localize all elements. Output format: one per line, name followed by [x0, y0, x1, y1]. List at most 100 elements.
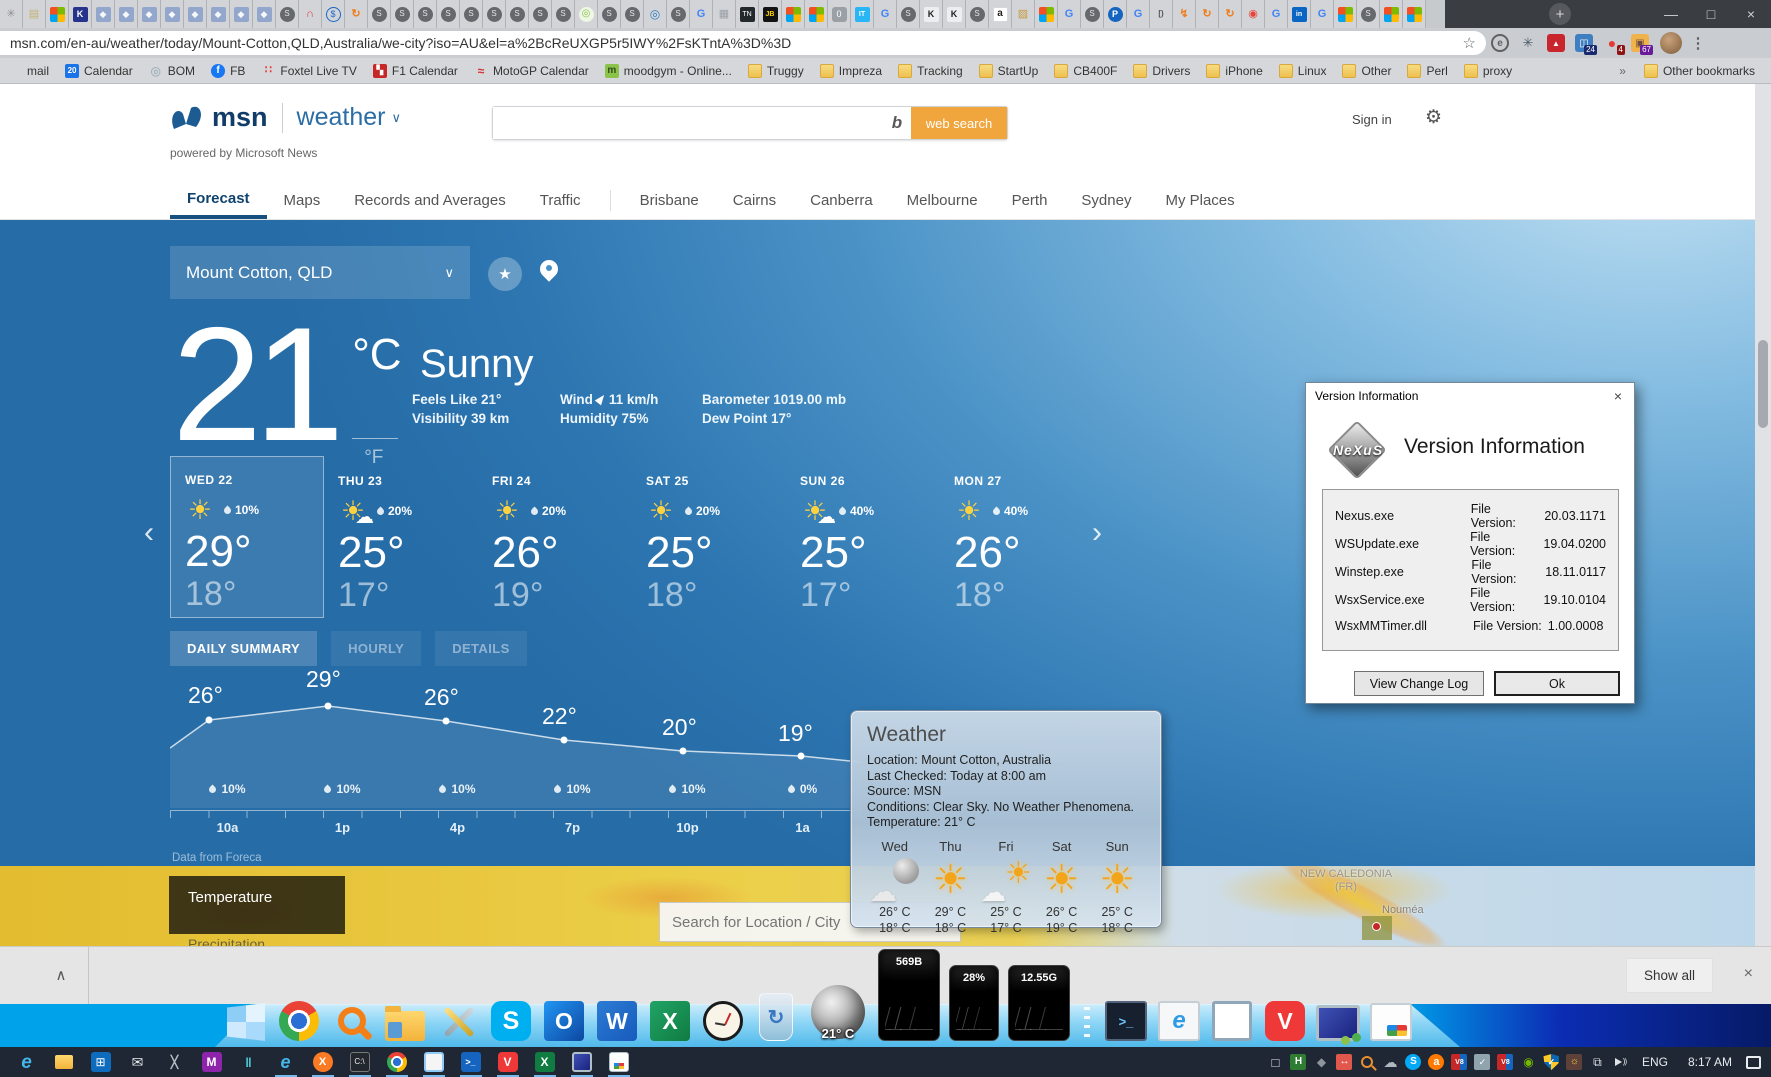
new-tab-button[interactable]: + [1549, 3, 1571, 25]
file-explorer-icon[interactable] [383, 1011, 427, 1041]
browser-tab[interactable] [1403, 0, 1426, 28]
browser-tab[interactable]: ▦ [713, 0, 736, 28]
browser-tab[interactable]: ◉ [1242, 0, 1265, 28]
browser-tab[interactable]: ▤ [23, 0, 46, 28]
browser-tab[interactable]: S [437, 0, 460, 28]
browser-tab[interactable]: K [920, 0, 943, 28]
browser-tab[interactable]: G [690, 0, 713, 28]
browser-tab[interactable]: S [966, 0, 989, 28]
browser-tab[interactable]: S [391, 0, 414, 28]
gear-icon[interactable]: ⚙ [1425, 106, 1442, 129]
bookmark-item[interactable]: Tracking [898, 64, 963, 78]
bookmark-item[interactable]: proxy [1464, 64, 1512, 78]
close-button[interactable]: × [1731, 6, 1771, 22]
word-icon[interactable]: W [595, 1001, 639, 1041]
forecast-day-card[interactable]: SUN 26 ☀ 40% 25° 17° [786, 466, 940, 606]
forecast-day-card[interactable]: FRI 24 ☀ 20% 26° 19° [478, 466, 632, 606]
chrome-icon[interactable] [277, 1001, 321, 1041]
address-bar[interactable]: msn.com/en-au/weather/today/Mount-Cotton… [0, 31, 1486, 55]
extension-truck-icon[interactable]: ▣ 67 [1629, 31, 1651, 55]
browser-tab[interactable] [1035, 0, 1058, 28]
store-icon[interactable]: ⊞ [90, 1051, 112, 1073]
cpu-monitor-gadget[interactable]: 28% [949, 965, 999, 1041]
browser-tab[interactable]: S [483, 0, 506, 28]
web-search-input[interactable] [493, 107, 883, 139]
browser-tab[interactable]: S [598, 0, 621, 28]
browser-tab[interactable]: ◆ [115, 0, 138, 28]
bookmark-item[interactable]: mail [8, 64, 49, 78]
outlook-icon[interactable]: O [542, 1001, 586, 1041]
bookmark-item[interactable]: Other [1342, 64, 1391, 78]
sign-in-link[interactable]: Sign in [1352, 112, 1392, 127]
excel-icon[interactable]: X [534, 1051, 556, 1073]
dialog-titlebar[interactable]: Version Information × [1306, 383, 1634, 409]
excel-icon[interactable]: X [648, 1001, 692, 1041]
browser-tab[interactable]: ↻ [1219, 0, 1242, 28]
explorer-icon[interactable] [53, 1051, 75, 1073]
extension-snowflake-icon[interactable]: ✳ [1517, 31, 1539, 55]
paint-window-icon[interactable] [1369, 1003, 1413, 1041]
vivaldi-icon[interactable]: V [1263, 1001, 1307, 1041]
location-dropdown[interactable]: Mount Cotton, QLD ∨ [170, 246, 470, 299]
profile-avatar[interactable] [1660, 32, 1682, 54]
bookmark-item[interactable]: Linux [1279, 64, 1327, 78]
bookmark-item[interactable]: Drivers [1133, 64, 1190, 78]
nav-item[interactable]: Canberra [793, 182, 890, 219]
nav-item[interactable]: Records and Averages [337, 182, 523, 219]
browser-menu-icon[interactable]: ⋮ [1688, 34, 1708, 52]
scrollbar-track[interactable] [1755, 84, 1771, 946]
view-change-log-button[interactable]: View Change Log [1354, 671, 1484, 696]
cmd-icon[interactable]: C:\ [349, 1051, 371, 1073]
remote-desktop-icon[interactable] [1316, 1005, 1360, 1041]
bookmark-star-icon[interactable]: ☆ [1463, 34, 1476, 52]
browser-tab[interactable]: ◆ [230, 0, 253, 28]
bookmarks-overflow-icon[interactable]: » [1619, 64, 1626, 78]
browser-tab[interactable]: ↯ [1173, 0, 1196, 28]
bookmark-item[interactable]: StartUp [979, 64, 1039, 78]
browser-tab[interactable]: ↻ [1196, 0, 1219, 28]
bookmark-item[interactable]: ◎ BOM [149, 64, 195, 78]
minimize-button[interactable]: — [1651, 6, 1691, 22]
section-title[interactable]: weather [297, 103, 386, 132]
forecast-day-card[interactable]: THU 23 ☀ 20% 25° 17° [324, 466, 478, 606]
paint-icon[interactable] [608, 1051, 630, 1073]
windows-start-icon[interactable] [224, 1003, 268, 1041]
maximize-button[interactable]: □ [1691, 6, 1731, 22]
msn-logo[interactable]: msn weather ∨ [170, 102, 401, 133]
browser-tab[interactable]: S [667, 0, 690, 28]
browser-tab[interactable]: S [552, 0, 575, 28]
location-pin-icon[interactable] [540, 260, 558, 278]
other-bookmarks[interactable]: Other bookmarks [1644, 64, 1755, 78]
browser-tab[interactable]: ◆ [161, 0, 184, 28]
web-search-button[interactable]: web search [911, 107, 1007, 139]
shelf-close-icon[interactable]: × [1744, 965, 1753, 983]
show-all-button[interactable]: Show all [1626, 958, 1713, 993]
browser-tab[interactable]: G [1127, 0, 1150, 28]
chrome-icon[interactable] [386, 1051, 408, 1073]
browser-tab[interactable] [46, 0, 69, 28]
browser-tab[interactable]: IT [851, 0, 874, 28]
browser-tab[interactable]: ∩ [299, 0, 322, 28]
dialog-close-icon[interactable]: × [1602, 388, 1634, 404]
browser-tab[interactable]: ◆ [253, 0, 276, 28]
view-tab[interactable]: DETAILS [435, 631, 526, 666]
nav-item[interactable]: Forecast [170, 182, 267, 219]
tools-icon[interactable] [436, 1001, 480, 1041]
nav-item[interactable]: Brisbane [623, 182, 716, 219]
vivaldi-icon[interactable]: V [497, 1051, 519, 1073]
browser-tab[interactable]: G [1265, 0, 1288, 28]
browser-tab[interactable] [782, 0, 805, 28]
view-tab[interactable]: HOURLY [331, 631, 421, 666]
language-indicator[interactable]: ENG [1642, 1055, 1668, 1069]
map-layer-temperature[interactable]: Temperature [169, 876, 345, 934]
browser-tab[interactable] [805, 0, 828, 28]
view-tab[interactable]: DAILY SUMMARY [170, 631, 317, 666]
browser-tab[interactable]: S [529, 0, 552, 28]
celsius-unit[interactable]: °C [352, 330, 401, 380]
browser-tab[interactable]: ↻ [345, 0, 368, 28]
nav-item[interactable]: Melbourne [890, 182, 995, 219]
bookmark-item[interactable]: f FB [211, 64, 245, 78]
skype-icon[interactable]: S [489, 1001, 533, 1041]
nav-item[interactable]: Sydney [1064, 182, 1148, 219]
search-icon[interactable] [330, 1007, 374, 1041]
